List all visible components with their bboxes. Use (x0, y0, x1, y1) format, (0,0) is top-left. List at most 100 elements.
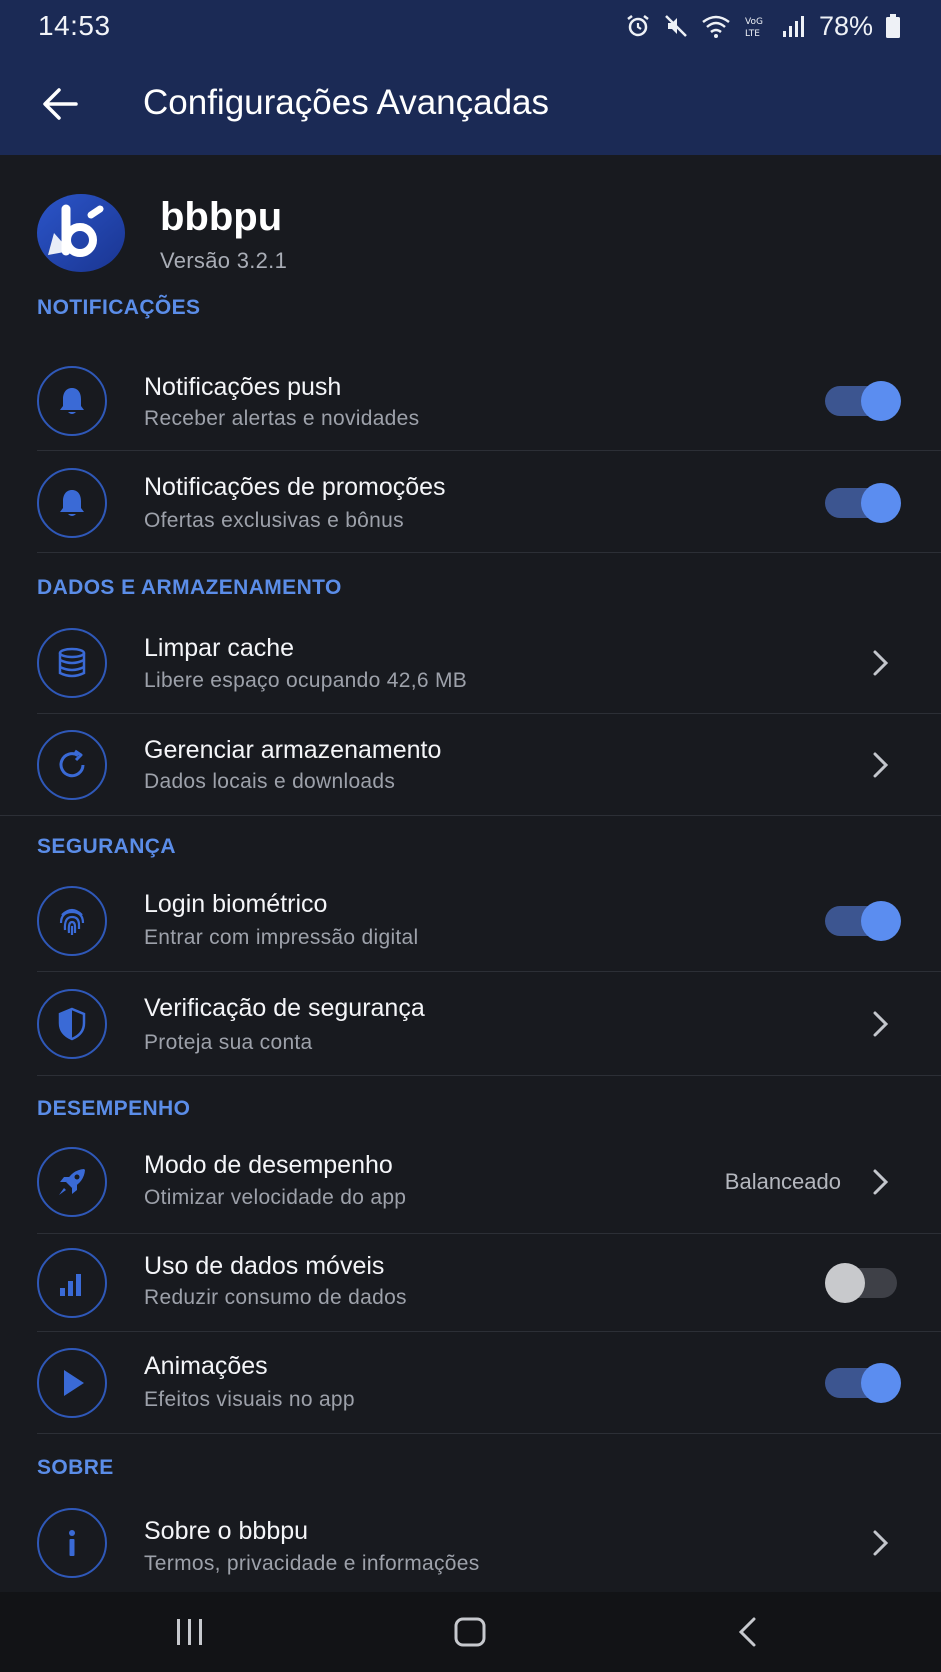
setting-title: Verificação de segurança (144, 994, 425, 1022)
push-notifications-toggle[interactable] (825, 381, 901, 421)
svg-text:LTE: LTE (745, 29, 760, 39)
setting-icon-container (37, 730, 107, 800)
system-back-button[interactable] (718, 1608, 778, 1656)
app-name: bbbpu (160, 195, 283, 239)
setting-mobile-data[interactable]: Uso de dados móveis Reduzir consumo de d… (0, 1234, 941, 1332)
setting-icon-container (37, 1348, 107, 1418)
battery-percentage: 78% (818, 10, 873, 41)
toggle-knob (861, 381, 901, 421)
setting-performance-mode[interactable]: Modo de desempenho Otimizar velocidade d… (0, 1130, 941, 1234)
setting-subtitle: Reduzir consumo de dados (144, 1286, 407, 1309)
setting-subtitle: Proteja sua conta (144, 1031, 313, 1054)
setting-subtitle: Efeitos visuais no app (144, 1388, 355, 1411)
setting-subtitle: Ofertas exclusivas e bônus (144, 509, 404, 532)
app-logo (37, 194, 125, 272)
page-title: Configurações Avançadas (143, 83, 550, 122)
play-icon (64, 1370, 84, 1396)
setting-icon-container (37, 1508, 107, 1578)
setting-subtitle: Termos, privacidade e informações (144, 1552, 480, 1575)
app-bar: Configurações Avançadas (0, 52, 941, 155)
mobile-data-toggle[interactable] (825, 1263, 901, 1303)
setting-title: Animações (144, 1352, 268, 1380)
chevron-right-icon (873, 752, 889, 778)
divider (37, 1075, 941, 1076)
setting-promo-notifications[interactable]: Notificações de promoções Ofertas exclus… (0, 453, 941, 553)
setting-subtitle: Dados locais e downloads (144, 770, 396, 793)
setting-icon-container (37, 628, 107, 698)
shield-icon (58, 1007, 86, 1041)
status-icons: VoG LTE 78% (625, 11, 901, 42)
animations-toggle[interactable] (825, 1363, 901, 1403)
setting-subtitle: Libere espaço ocupando 42,6 MB (144, 669, 468, 692)
home-button[interactable] (440, 1608, 500, 1656)
chevron-left-icon (738, 1617, 756, 1647)
setting-manage-storage[interactable]: Gerenciar armazenamento Dados locais e d… (0, 714, 941, 816)
info-icon (69, 1530, 75, 1556)
setting-title: Login biométrico (144, 890, 328, 918)
settings-content[interactable]: bbbpu Versão 3.2.1 NOTIFICAÇÕES Notifica… (0, 155, 941, 1592)
setting-subtitle: Receber alertas e novidades (144, 407, 420, 430)
setting-icon-container (37, 1147, 107, 1217)
toggle-knob (861, 1363, 901, 1403)
bell-icon (60, 490, 84, 516)
setting-title: Limpar cache (144, 634, 295, 662)
wifi-icon (702, 15, 730, 38)
section-header-security: SEGURANÇA (37, 835, 176, 858)
mute-icon (665, 15, 687, 37)
promo-notifications-toggle[interactable] (825, 483, 901, 523)
setting-icon-container (37, 886, 107, 956)
arrow-left-icon (43, 88, 78, 120)
chevron-right-icon (873, 1530, 889, 1556)
setting-animations[interactable]: Animações Efeitos visuais no app (0, 1332, 941, 1434)
volte-icon: VoG LTE (745, 17, 763, 39)
section-header-about: SOBRE (37, 1456, 114, 1479)
alarm-icon (627, 15, 649, 37)
toggle-knob (861, 901, 901, 941)
setting-about-app[interactable]: Sobre o bbbpu Termos, privacidade e info… (0, 1493, 941, 1593)
setting-icon-container (37, 366, 107, 436)
chevron-right-icon (873, 1169, 889, 1195)
chevron-right-icon (873, 650, 889, 676)
setting-security-check[interactable]: Verificação de segurança Proteja sua con… (0, 972, 941, 1076)
divider (37, 552, 941, 553)
setting-subtitle: Otimizar velocidade do app (144, 1186, 407, 1209)
divider (37, 1433, 941, 1434)
fingerprint-icon (59, 908, 85, 935)
app-info-header: bbbpu Versão 3.2.1 (0, 155, 941, 305)
toggle-knob (825, 1263, 865, 1303)
recent-apps-button[interactable] (160, 1608, 220, 1656)
setting-title: Notificações de promoções (144, 473, 446, 501)
back-button[interactable] (38, 82, 82, 126)
svg-text:VoG: VoG (745, 17, 763, 27)
database-icon (58, 647, 86, 678)
home-icon (454, 1617, 486, 1647)
section-header-notifications: NOTIFICAÇÕES (37, 296, 201, 319)
signal-bars-icon (60, 1274, 81, 1296)
biometric-login-toggle[interactable] (825, 901, 901, 941)
setting-biometric-login[interactable]: Login biométrico Entrar com impressão di… (0, 870, 941, 972)
setting-subtitle: Entrar com impressão digital (144, 926, 419, 949)
chevron-right-icon (873, 1011, 889, 1037)
system-nav-bar (0, 1592, 941, 1672)
refresh-icon (59, 749, 85, 778)
status-time: 14:53 (38, 10, 111, 41)
setting-title: Sobre o bbbpu (144, 1517, 309, 1545)
section-header-storage: DADOS E ARMAZENAMENTO (37, 576, 342, 599)
section-header-performance: DESEMPENHO (37, 1097, 191, 1120)
setting-icon-container (37, 1248, 107, 1318)
setting-icon-container (37, 989, 107, 1059)
performance-mode-value: Balanceado (724, 1169, 841, 1194)
setting-title: Modo de desempenho (144, 1151, 393, 1179)
setting-title: Notificações push (144, 373, 342, 401)
setting-title: Gerenciar armazenamento (144, 736, 442, 764)
app-version: Versão 3.2.1 (160, 248, 288, 273)
divider (37, 450, 941, 451)
divider (0, 815, 941, 816)
battery-icon (886, 14, 900, 38)
bell-icon (60, 388, 84, 414)
setting-clear-cache[interactable]: Limpar cache Libere espaço ocupando 42,6… (0, 612, 941, 714)
toggle-knob (861, 483, 901, 523)
signal-icon (782, 16, 804, 37)
status-bar: 14:53 VoG LTE 78% (0, 0, 941, 52)
setting-push-notifications[interactable]: Notificações push Receber alertas e novi… (0, 351, 941, 451)
